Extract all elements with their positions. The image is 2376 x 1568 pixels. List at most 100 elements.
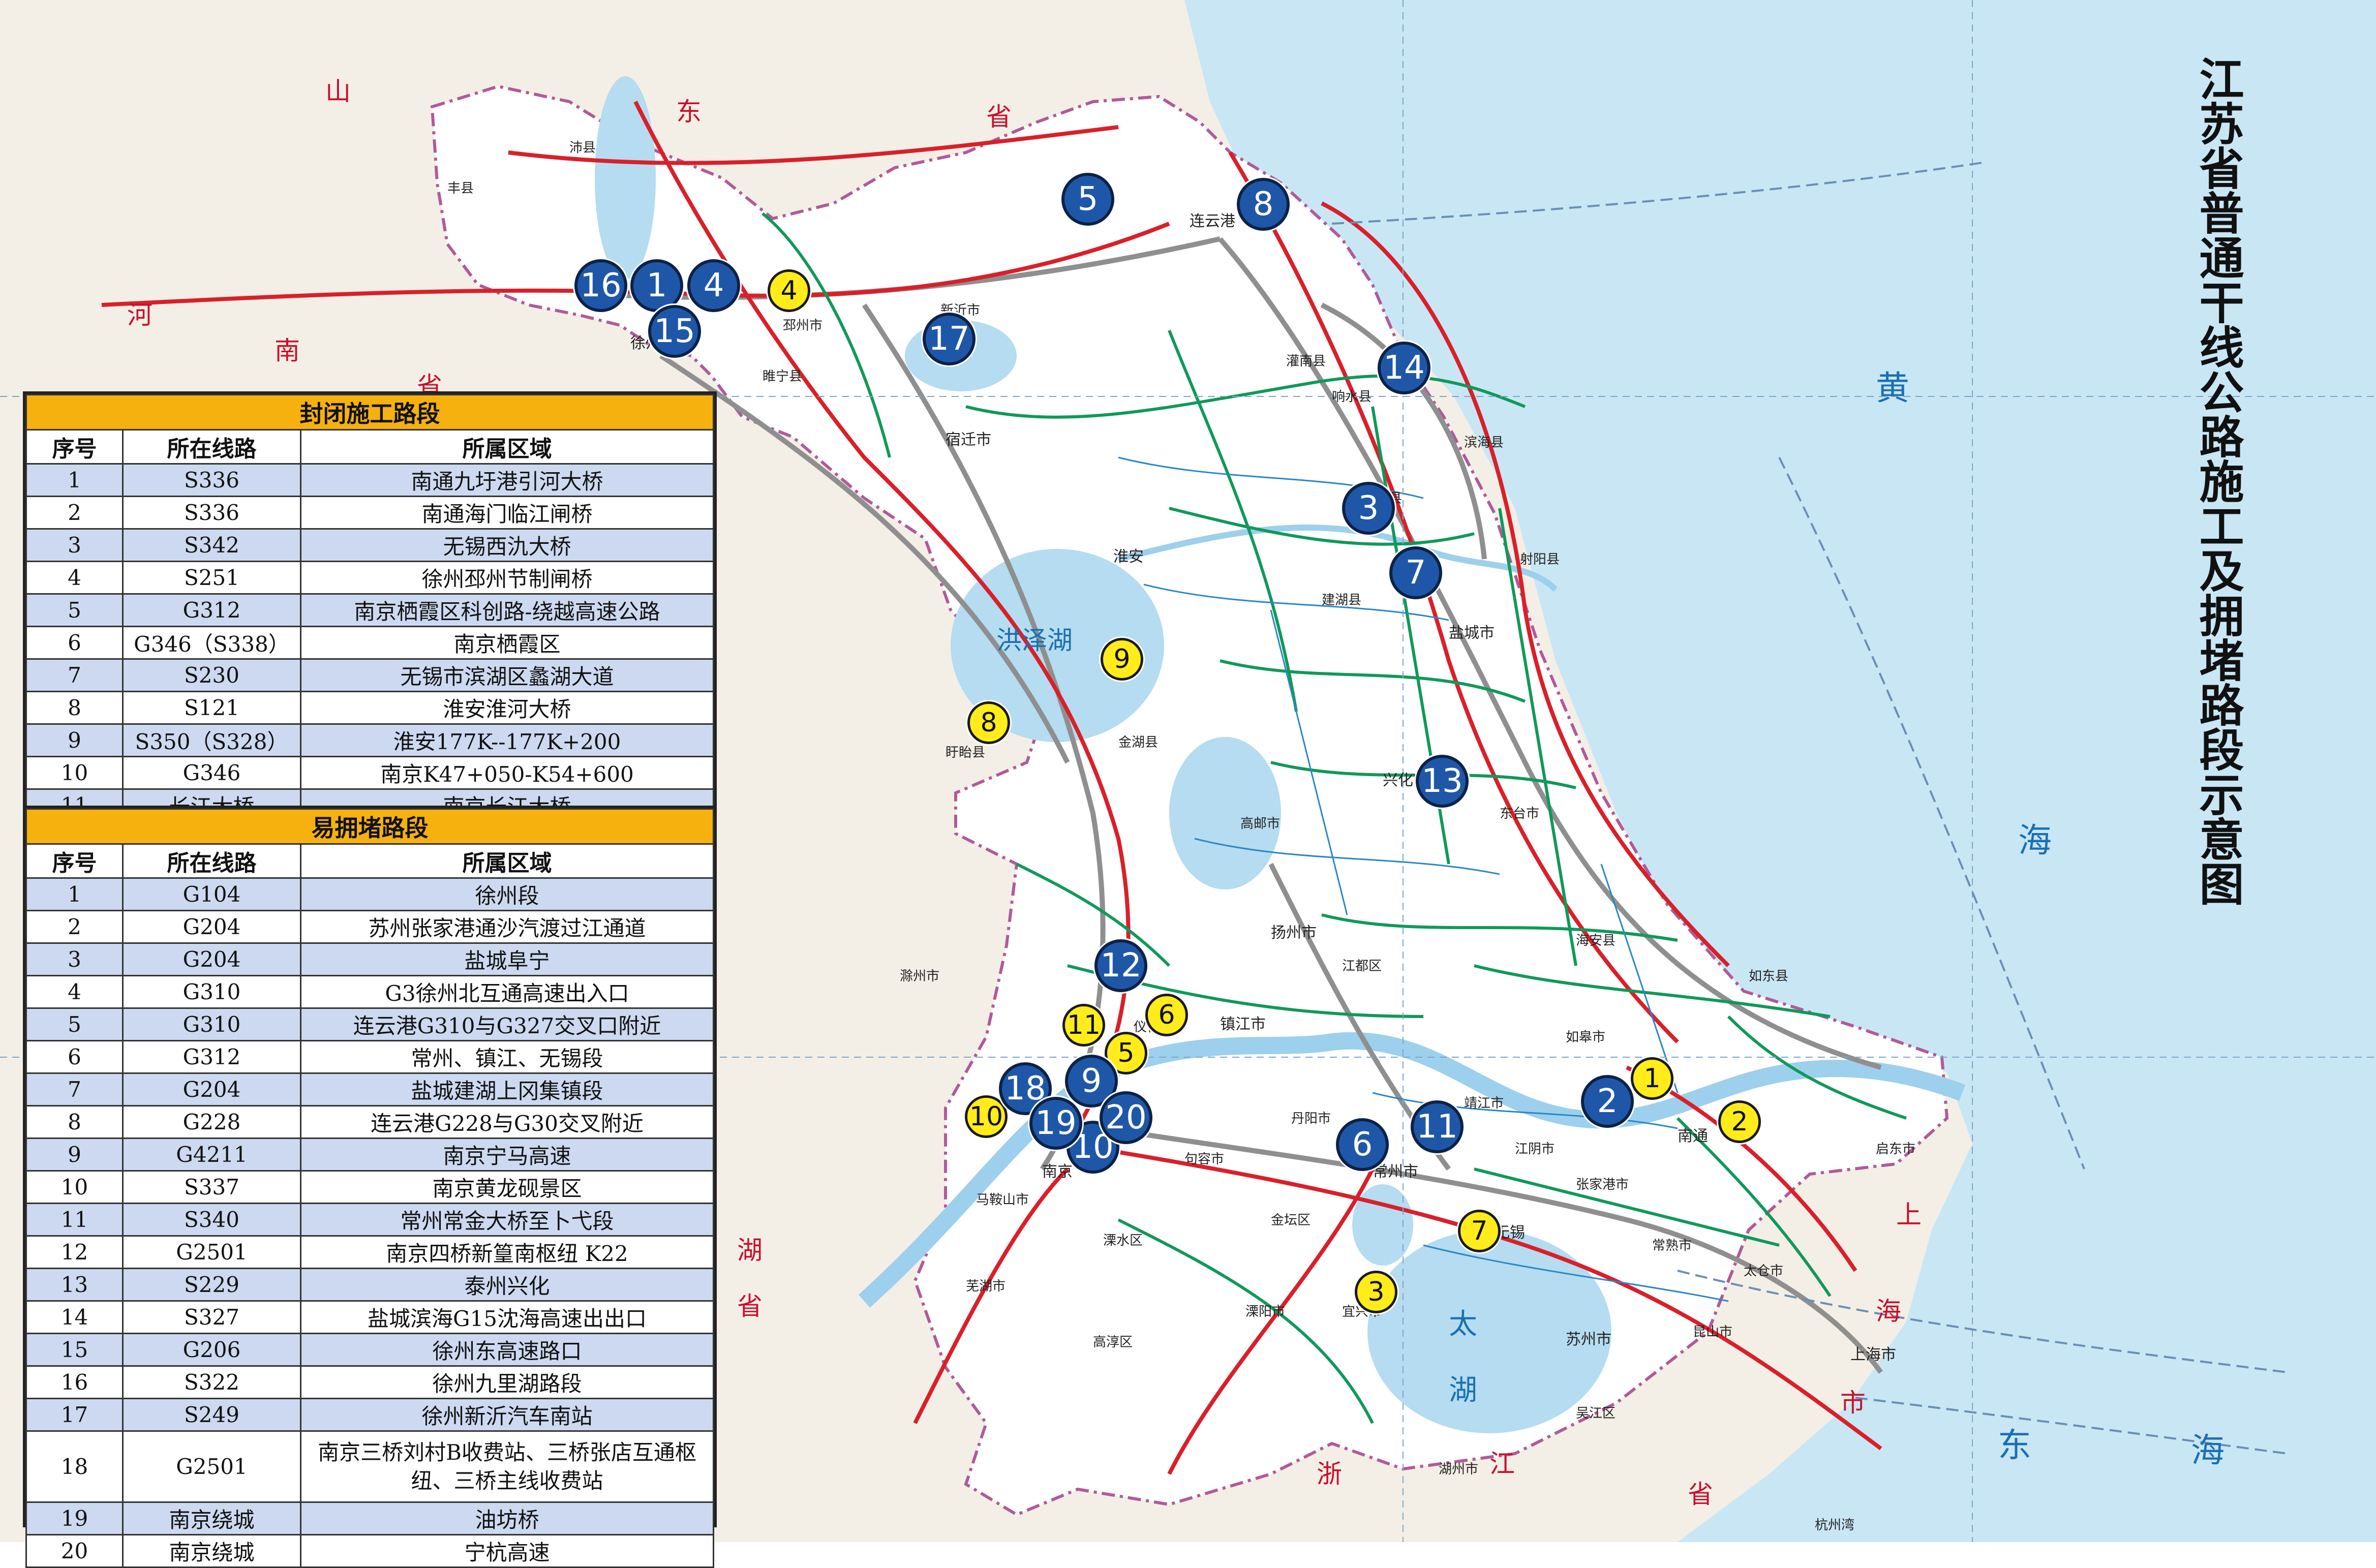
sea-label-dong: 东 [1998,1426,2031,1465]
row-area: G3徐州北互通高速出入口 [300,975,714,1009]
row-route: G310 [122,1007,301,1041]
county-label-rugao: 如皋市 [1566,1030,1606,1045]
table-row: 3 S342 无锡西氿大桥 [25,528,714,562]
row-area: 盐城滨海G15沈海高速出出口 [300,1300,714,1334]
county-label-binhai: 滨海县 [1464,435,1504,450]
row-route: G346（S338） [122,626,301,660]
province-label-shandong-3: 省 [986,102,1012,132]
congestion-marker-6[interactable]: 6 [1336,1118,1389,1171]
county-label-haian: 海安县 [1576,933,1616,948]
congestion-marker-5[interactable]: 5 [1061,173,1114,226]
row-route: G204 [122,1072,301,1106]
row-area: 徐州新沂汽车南站 [300,1398,714,1432]
sea-label-donghai-hai: 海 [2191,1431,2225,1470]
province-label-anhui-1: 湖 [737,1236,763,1265]
congestion-marker-4[interactable]: 4 [687,259,740,312]
congestion-marker-17[interactable]: 17 [923,313,976,365]
row-no: 19 [25,1501,124,1535]
row-no: 11 [25,1203,124,1237]
table-row: 15 G206 徐州东高速路口 [25,1333,714,1367]
congestion-marker-16[interactable]: 16 [574,259,627,312]
row-route: S337 [122,1170,301,1204]
table-row: 9 S350（S328） 淮安177K--177K+200 [25,723,714,757]
row-no: 20 [25,1534,124,1568]
row-route: S322 [122,1365,301,1399]
row-no: 9 [25,1137,124,1172]
congestion-marker-3[interactable]: 3 [1342,482,1395,535]
row-area: 徐州东高速路口 [300,1333,714,1367]
county-label-jintan: 金坛区 [1271,1213,1311,1228]
closure-table: 封闭施工路段 序号 所在线路 所属区域 1 S336 南通九圩港引河大桥 2 S336… [25,394,714,822]
table-row: 10 S337 南京黄龙砚景区 [25,1170,714,1204]
row-route: G104 [122,877,301,911]
row-area: 南京栖霞区 [300,626,714,660]
row-no: 2 [25,496,124,530]
congestion-marker-13[interactable]: 13 [1416,755,1469,808]
table-row: 7 S230 无锡市滨湖区蠡湖大道 [25,658,714,692]
row-no: 14 [25,1300,124,1334]
row-no: 6 [25,626,124,660]
table-row: 3 G204 盐城阜宁 [25,942,714,976]
province-label-shandong-2: 东 [676,97,702,127]
congestion-marker-7[interactable]: 7 [1389,546,1442,599]
congestion-marker-8[interactable]: 8 [1237,178,1290,231]
province-label-henan-1: 河 [127,300,153,330]
county-label-xiangshui: 响水县 [1332,389,1372,405]
row-route: G2501 [122,1235,301,1269]
congestion-marker-11[interactable]: 11 [1411,1100,1464,1153]
closure-header-area: 所属区域 [300,429,714,465]
closure-marker-3[interactable]: 3 [1355,1271,1397,1313]
row-area: 南京四桥新篁南枢纽 K22 [300,1235,714,1269]
city-label-lianyungang: 连云港 [1190,212,1235,230]
row-route: G204 [122,910,301,944]
county-label-gaochun: 高淳区 [1093,1335,1133,1350]
closure-marker-11[interactable]: 11 [1062,1004,1105,1047]
table-row: 17 S249 徐州新沂汽车南站 [25,1398,714,1432]
row-area: 徐州九里湖路段 [300,1365,714,1399]
county-label-huzhou: 湖州市 [1439,1462,1479,1477]
table-row: 6 G346（S338） 南京栖霞区 [25,626,714,660]
row-route: G312 [122,593,301,627]
congestion-marker-15[interactable]: 15 [648,305,701,358]
closure-table-title: 封闭施工路段 [25,394,714,431]
county-label-danyang: 丹阳市 [1291,1111,1331,1126]
closure-marker-7[interactable]: 7 [1458,1210,1501,1252]
closure-marker-2[interactable]: 2 [1718,1100,1761,1143]
row-no: 16 [25,1365,124,1399]
closure-marker-4[interactable]: 4 [768,269,810,312]
table-row: 1 S336 南通九圩港引河大桥 [25,463,714,497]
congestion-marker-20[interactable]: 20 [1100,1091,1152,1144]
county-label-zhangjiagang: 张家港市 [1576,1177,1629,1192]
row-no: 3 [25,528,124,562]
city-label-nanjing: 南京 [1042,1163,1073,1181]
closure-marker-8[interactable]: 8 [967,701,1010,744]
congestion-table: 易拥堵路段 序号 所在线路 所属区域 1 G104 徐州段 2 G204 苏州张家港通沙… [25,808,714,1568]
county-label-jiangyin: 江阴市 [1515,1142,1555,1157]
county-label-guannan: 灌南县 [1286,354,1326,369]
congestion-marker-14[interactable]: 14 [1378,342,1430,394]
row-no: 5 [25,1007,124,1041]
congestion-marker-12[interactable]: 12 [1094,939,1147,992]
row-no: 7 [25,658,124,692]
closure-marker-6[interactable]: 6 [1145,994,1188,1036]
row-no: 1 [25,463,124,497]
row-area: 南京黄龙砚景区 [300,1170,714,1204]
row-route: G228 [122,1105,301,1139]
congestion-marker-1[interactable]: 1 [630,259,683,312]
row-no: 18 [25,1430,124,1503]
congestion-marker-2[interactable]: 2 [1581,1075,1634,1128]
county-label-taicang: 太仓市 [1744,1264,1784,1279]
county-label-dongtai: 东台市 [1500,806,1540,821]
row-area: 无锡市滨湖区蠡湖大道 [300,658,714,692]
province-label-shanghai-2: 海 [1876,1297,1901,1326]
congestion-table-title: 易拥堵路段 [25,808,714,845]
county-label-feng: 丰县 [447,181,474,196]
province-label-henan-2: 南 [275,336,300,365]
table-row: 4 S251 徐州邳州节制闸桥 [25,561,714,595]
closure-marker-9[interactable]: 9 [1101,638,1143,681]
closure-marker-1[interactable]: 1 [1631,1057,1673,1100]
row-no: 5 [25,593,124,627]
map-title: 江苏省普通干线公路施工及拥堵路段示意图 [2192,56,2245,906]
congestion-marker-19[interactable]: 19 [1029,1097,1082,1150]
closure-marker-10[interactable]: 10 [965,1095,1008,1138]
